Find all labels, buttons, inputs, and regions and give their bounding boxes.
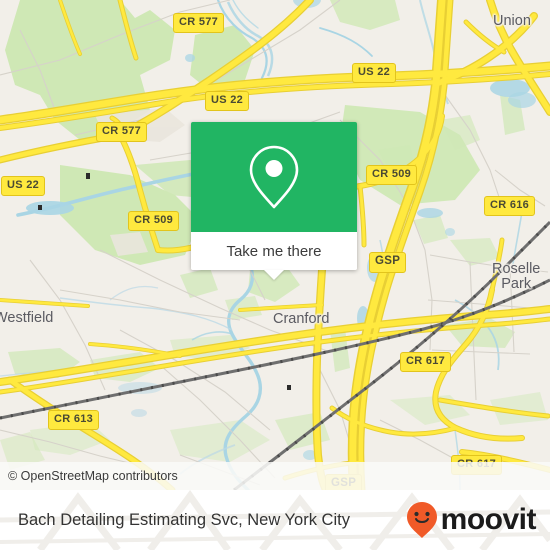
moovit-map-screenshot: CR 577 US 22 US 22 CR 577 CR 509 US 22 C… bbox=[0, 0, 550, 550]
road-shield-us22-center: US 22 bbox=[205, 91, 250, 111]
place-label-roselle-park-line2: Park bbox=[501, 276, 532, 292]
road-shield-cr617-north: CR 617 bbox=[400, 352, 452, 372]
footer-bar: Bach Detailing Estimating Svc, New York … bbox=[0, 490, 550, 550]
place-label-cranford: Cranford bbox=[273, 311, 330, 327]
osm-attribution-text: © OpenStreetMap contributors bbox=[8, 469, 178, 483]
map-canvas[interactable]: CR 577 US 22 US 22 CR 577 CR 509 US 22 C… bbox=[0, 0, 550, 490]
road-shield-gsp-north: GSP bbox=[369, 252, 407, 273]
place-label-roselle-park-line1: Roselle bbox=[492, 261, 541, 277]
moovit-logo: moovit bbox=[405, 501, 537, 539]
road-shield-cr509-west: CR 509 bbox=[128, 211, 180, 231]
moovit-wordmark: moovit bbox=[440, 503, 537, 536]
popup-tail bbox=[264, 270, 284, 280]
popup-image-panel bbox=[191, 122, 357, 232]
place-label-westfield: Westfield bbox=[0, 310, 54, 326]
road-shield-cr577-north: CR 577 bbox=[173, 13, 225, 33]
take-me-there-label: Take me there bbox=[226, 242, 322, 260]
popup-action-bar[interactable]: Take me there bbox=[191, 232, 357, 280]
map-attribution-bar: © OpenStreetMap contributors bbox=[0, 462, 550, 490]
road-shield-cr577-west: CR 577 bbox=[96, 122, 148, 142]
location-popup[interactable]: Take me there bbox=[191, 122, 357, 280]
road-shield-cr613: CR 613 bbox=[48, 410, 100, 430]
page-title: Bach Detailing Estimating Svc, New York … bbox=[18, 510, 350, 529]
place-label-roselle-park: Roselle Park bbox=[492, 262, 540, 292]
place-label-union: Union bbox=[493, 13, 531, 29]
location-pin-icon bbox=[249, 145, 299, 209]
moovit-pin-icon bbox=[406, 502, 437, 538]
road-shield-us22-east: US 22 bbox=[352, 63, 397, 83]
road-shield-cr616: CR 616 bbox=[484, 196, 536, 216]
road-shield-us22-west: US 22 bbox=[1, 176, 46, 196]
road-shield-cr509-east: CR 509 bbox=[366, 165, 418, 185]
